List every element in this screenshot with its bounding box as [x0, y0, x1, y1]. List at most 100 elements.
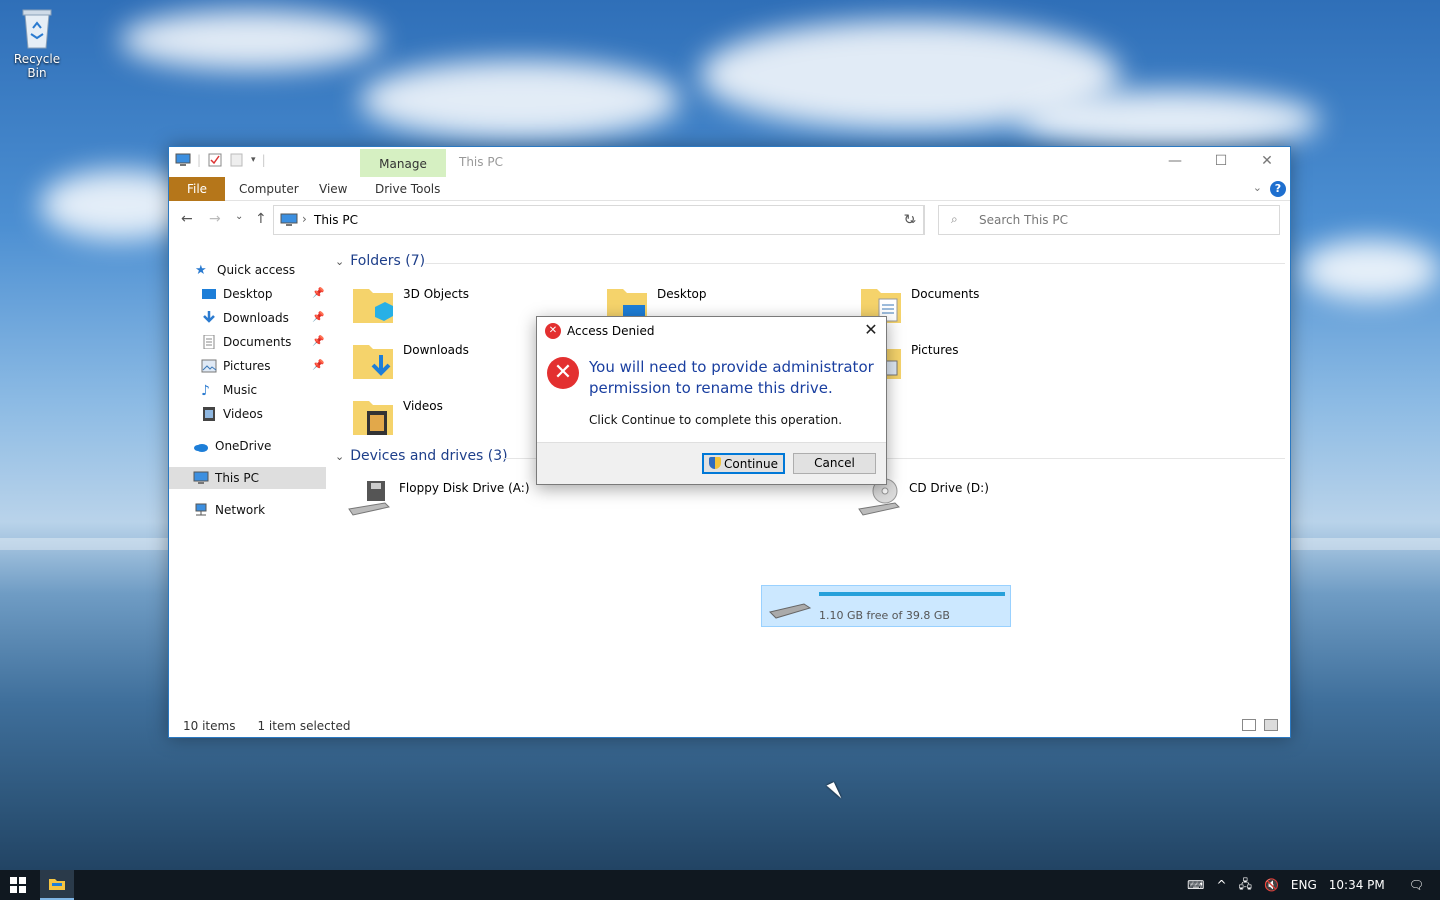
- forward-arrow-icon[interactable]: →: [209, 211, 221, 227]
- file-explorer-icon: [49, 879, 65, 890]
- pin-icon[interactable]: 📌: [312, 288, 324, 299]
- dialog-title: Access Denied: [567, 324, 655, 338]
- window-title: This PC: [459, 155, 503, 169]
- notifications-icon[interactable]: 🗨: [1409, 878, 1424, 892]
- access-denied-dialog: ✕ Access Denied ✕ ✕ You will need to pro…: [536, 316, 887, 485]
- cancel-button[interactable]: Cancel: [793, 453, 876, 474]
- error-icon: ✕: [547, 357, 579, 389]
- sidebar-item-this-pc[interactable]: This PC: [169, 467, 326, 489]
- download-icon: [203, 311, 215, 323]
- close-button[interactable]: ✕: [1244, 147, 1290, 175]
- cloud: [1020, 90, 1320, 150]
- music-icon: ♪: [201, 383, 210, 399]
- tab-view[interactable]: View: [319, 177, 347, 201]
- dialog-close-button[interactable]: ✕: [862, 321, 880, 339]
- volume-muted-icon[interactable]: 🔇: [1264, 878, 1279, 892]
- new-folder-icon[interactable]: [229, 153, 245, 167]
- input-language[interactable]: ENG: [1291, 878, 1317, 892]
- item-count: 10 items: [183, 719, 236, 733]
- collapse-chevron-icon[interactable]: ⌄: [335, 450, 344, 463]
- folder-downloads-icon: [353, 345, 393, 379]
- sidebar-item-quick-access[interactable]: ★ Quick access: [195, 259, 295, 281]
- sidebar-item-pictures[interactable]: Pictures: [201, 355, 271, 377]
- drive-floppy[interactable]: Floppy Disk Drive (A:): [347, 477, 530, 521]
- cloud: [360, 60, 680, 140]
- breadcrumb-chevron-icon[interactable]: ›: [302, 212, 307, 226]
- search-placeholder: Search This PC: [979, 213, 1068, 227]
- sidebar-item-desktop[interactable]: Desktop: [201, 283, 273, 305]
- tab-computer[interactable]: Computer: [239, 177, 299, 201]
- sidebar-item-downloads[interactable]: Downloads: [201, 307, 289, 329]
- ribbon-expand-icon[interactable]: ⌄: [1253, 181, 1262, 194]
- network-status-icon[interactable]: 🖧: [1239, 875, 1252, 896]
- cloud: [1300, 240, 1440, 300]
- breadcrumb[interactable]: This PC: [314, 213, 358, 227]
- folders-group-header[interactable]: ⌄ Folders (7): [335, 253, 425, 269]
- sidebar-item-network[interactable]: Network: [193, 499, 265, 521]
- cloud-icon: [194, 444, 208, 452]
- address-bar[interactable]: › This PC ⌄: [273, 205, 925, 235]
- sidebar-item-label: Pictures: [223, 359, 271, 373]
- drive-local-disk[interactable]: 1.10 GB free of 39.8 GB: [761, 585, 1011, 627]
- mouse-cursor: [826, 782, 842, 802]
- taskbar-file-explorer[interactable]: [40, 870, 74, 900]
- manage-context-tab[interactable]: Manage: [360, 149, 446, 177]
- recycle-bin-icon: [19, 6, 55, 50]
- pc-icon[interactable]: [175, 153, 191, 167]
- back-arrow-icon[interactable]: ←: [181, 211, 193, 227]
- qat-dropdown-icon[interactable]: ▾: [251, 155, 256, 165]
- clock[interactable]: 10:34 PM: [1329, 878, 1385, 892]
- folder-downloads[interactable]: Downloads: [351, 339, 469, 383]
- windows-logo-icon: [10, 877, 26, 893]
- folder-videos[interactable]: Videos: [351, 395, 443, 439]
- help-icon[interactable]: ?: [1270, 181, 1286, 197]
- up-arrow-icon[interactable]: ↑: [255, 211, 267, 227]
- properties-icon[interactable]: [207, 153, 223, 167]
- folder-label: Videos: [403, 399, 443, 413]
- pc-icon: [193, 471, 209, 484]
- star-icon: ★: [195, 263, 207, 278]
- drive-free-space: 1.10 GB free of 39.8 GB: [819, 609, 950, 622]
- quick-access-toolbar: | ▾ |: [175, 153, 266, 167]
- sidebar-item-label: Downloads: [223, 311, 289, 325]
- system-tray: ⌨ ^ 🖧 🔇 ENG 10:34 PM 🗨: [1187, 870, 1440, 900]
- devices-group-header[interactable]: ⌄ Devices and drives (3): [335, 448, 508, 464]
- title-bar: | ▾ | Manage This PC — ☐ ✕: [169, 147, 1290, 177]
- maximize-button[interactable]: ☐: [1198, 147, 1244, 175]
- recent-dropdown-icon[interactable]: ⌄: [235, 211, 243, 222]
- pin-icon[interactable]: 📌: [312, 336, 324, 347]
- sidebar-item-onedrive[interactable]: OneDrive: [193, 435, 271, 457]
- folder-label: Pictures: [911, 343, 959, 357]
- dialog-button-area: Continue Cancel: [537, 442, 886, 484]
- start-button[interactable]: [0, 870, 36, 900]
- tab-file[interactable]: File: [169, 177, 225, 201]
- keyboard-icon[interactable]: ⌨: [1187, 878, 1204, 892]
- collapse-chevron-icon[interactable]: ⌄: [335, 255, 344, 268]
- uac-shield-icon: [709, 457, 722, 469]
- pc-icon: [280, 213, 298, 226]
- folder-label: 3D Objects: [403, 287, 470, 301]
- minimize-button[interactable]: —: [1152, 147, 1198, 175]
- search-input[interactable]: ⌕ Search This PC: [938, 205, 1280, 235]
- sidebar-item-label: OneDrive: [215, 439, 272, 453]
- taskbar: ⌨ ^ 🖧 🔇 ENG 10:34 PM 🗨: [0, 870, 1440, 900]
- sidebar-item-documents[interactable]: Documents: [201, 331, 291, 353]
- group-header-label: Devices and drives (3): [350, 448, 508, 464]
- large-icons-view-icon[interactable]: [1264, 719, 1278, 731]
- drive-usage-bar: [819, 592, 1005, 596]
- show-hidden-icons-chevron-icon[interactable]: ^: [1217, 878, 1227, 892]
- folder-3d-objects[interactable]: 3D Objects: [351, 283, 469, 327]
- refresh-button[interactable]: ↻: [896, 205, 924, 235]
- tab-drive-tools[interactable]: Drive Tools: [375, 177, 440, 201]
- recycle-bin[interactable]: Recycle Bin: [4, 6, 70, 80]
- details-view-icon[interactable]: [1242, 719, 1256, 731]
- continue-button[interactable]: Continue: [702, 453, 785, 474]
- pin-icon[interactable]: 📌: [312, 312, 324, 323]
- sidebar-item-label: Videos: [223, 407, 263, 421]
- sidebar-item-label: This PC: [215, 471, 259, 485]
- folder-label: Documents: [911, 287, 980, 301]
- pin-icon[interactable]: 📌: [312, 360, 324, 371]
- sidebar-item-videos[interactable]: Videos: [201, 403, 263, 425]
- sidebar-item-music[interactable]: ♪ Music: [201, 379, 257, 401]
- folder-3d-objects-icon: [353, 289, 393, 323]
